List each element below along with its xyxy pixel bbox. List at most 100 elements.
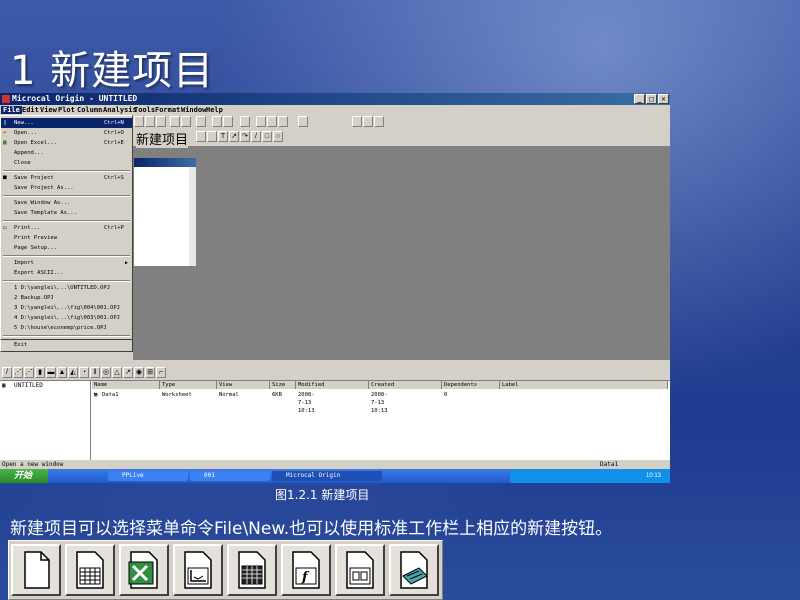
menu-item-open[interactable]: ▰ Open... Ctrl+O xyxy=(1,128,132,138)
toolbar-button[interactable] xyxy=(134,116,144,127)
column-header-label[interactable]: Label xyxy=(500,381,668,389)
new-layout-button[interactable] xyxy=(335,544,385,596)
toolbar-button[interactable] xyxy=(145,116,155,127)
box-chart-icon[interactable]: ⊞ xyxy=(145,367,155,378)
menu-item-save-project-as[interactable]: Save Project As... xyxy=(1,183,132,193)
menu-item-open-excel[interactable]: ▦ Open Excel... Ctrl+E xyxy=(1,138,132,148)
column-header-type[interactable]: Type xyxy=(160,381,217,389)
toolbar-button[interactable] xyxy=(156,116,166,127)
worksheet-scrollbar[interactable] xyxy=(189,167,196,266)
pie-chart-icon[interactable]: ◔ xyxy=(79,367,89,378)
toolbar-button[interactable] xyxy=(278,116,288,127)
recent-file-1[interactable]: 1 D:\yanglei\...\UNTITLED.OPJ xyxy=(1,283,132,293)
menu-column[interactable]: Column xyxy=(77,106,102,114)
menu-item-save-window-as[interactable]: Save Window As... xyxy=(1,198,132,208)
smith-chart-icon[interactable]: ◉ xyxy=(134,367,144,378)
line-symbol-plot-icon[interactable]: ⋰ xyxy=(24,367,34,378)
toolbar-button[interactable] xyxy=(170,116,180,127)
toolbar-button[interactable] xyxy=(298,116,308,127)
clock: 10:13 xyxy=(646,473,662,479)
recent-file-4[interactable]: 4 D:\yanglei\...\fig\003\001.OPJ xyxy=(1,313,132,323)
high-low-plot-icon[interactable]: ‖ xyxy=(90,367,100,378)
toolbar-button[interactable] xyxy=(352,116,362,127)
toolbar-button[interactable] xyxy=(196,116,206,127)
menu-item-save-project[interactable]: ■ Save Project Ctrl+S xyxy=(1,173,132,183)
menu-analysis[interactable]: Analysis xyxy=(103,106,137,114)
menu-file[interactable]: File xyxy=(1,106,22,114)
new-notes-button[interactable] xyxy=(389,544,439,596)
toolbar-button[interactable] xyxy=(363,116,373,127)
polar-plot-icon[interactable]: ◎ xyxy=(101,367,111,378)
menu-item-print[interactable]: ▭ Print... Ctrl+P xyxy=(1,223,132,233)
open-folder-icon: ▰ xyxy=(3,129,7,136)
taskbar-item-pplive[interactable]: PPLive xyxy=(108,471,188,481)
column-plot-icon[interactable]: ▮ xyxy=(35,367,45,378)
column-header-modified[interactable]: Modified xyxy=(296,381,369,389)
new-excel-button[interactable] xyxy=(119,544,169,596)
new-function-button[interactable]: f xyxy=(281,544,331,596)
menu-tools[interactable]: Tools xyxy=(134,106,155,114)
maximize-button[interactable]: □ xyxy=(646,94,657,104)
workspace-area[interactable] xyxy=(133,146,670,360)
minimize-button[interactable]: _ xyxy=(634,94,645,104)
toolbar-button[interactable] xyxy=(181,116,191,127)
column-header-view[interactable]: View xyxy=(217,381,270,389)
rectangle-tool-icon[interactable]: □ xyxy=(262,131,272,142)
column-header-name[interactable]: Name xyxy=(92,381,160,389)
scatter-plot-icon[interactable]: ⋰ xyxy=(13,367,23,378)
menu-item-append[interactable]: Append... xyxy=(1,148,132,158)
menu-item-close[interactable]: Close xyxy=(1,158,132,168)
menu-window[interactable]: Window xyxy=(181,106,206,114)
menu-item-exit[interactable]: Exit xyxy=(1,340,132,350)
menu-item-import[interactable]: Import ▶ xyxy=(1,258,132,268)
menu-format[interactable]: Format xyxy=(155,106,180,114)
line-tool-icon[interactable]: / xyxy=(251,131,261,142)
new-graph-button[interactable] xyxy=(173,544,223,596)
bar-plot-icon[interactable]: ▬ xyxy=(46,367,56,378)
toolbar-button[interactable] xyxy=(256,116,266,127)
toolbar-button[interactable] xyxy=(374,116,384,127)
fill-area-plot-icon[interactable]: ◭ xyxy=(68,367,78,378)
menu-item-new[interactable]: ▯ New... Ctrl+N xyxy=(1,118,132,128)
recent-file-2[interactable]: 2 Backup.OPJ xyxy=(1,293,132,303)
close-button[interactable]: ✕ xyxy=(658,94,669,104)
window-titlebar[interactable]: Microcal Origin - UNTITLED _ □ ✕ xyxy=(0,93,670,105)
taskbar-item-folder[interactable]: 001 xyxy=(190,471,270,481)
area-plot-icon[interactable]: ▲ xyxy=(57,367,67,378)
new-worksheet-button[interactable] xyxy=(65,544,115,596)
menu-item-save-template-as[interactable]: Save Template As... xyxy=(1,208,132,218)
taskbar-item-origin[interactable]: Microcal Origin xyxy=(272,471,382,481)
menu-item-export-ascii[interactable]: Export ASCII... xyxy=(1,268,132,278)
menu-help[interactable]: Help xyxy=(206,106,223,114)
column-header-created[interactable]: Created xyxy=(369,381,442,389)
new-project-button[interactable] xyxy=(11,544,61,596)
line-plot-icon[interactable]: / xyxy=(2,367,12,378)
new-matrix-button[interactable] xyxy=(227,544,277,596)
arrow-tool-icon[interactable]: ↗ xyxy=(229,131,239,142)
ternary-plot-icon[interactable]: △ xyxy=(112,367,122,378)
column-header-size[interactable]: Size xyxy=(270,381,296,389)
template-icon[interactable]: ⌐ xyxy=(156,367,166,378)
toolbar-button[interactable] xyxy=(240,116,250,127)
menu-view[interactable]: View xyxy=(40,106,57,114)
menu-item-print-preview[interactable]: Print Preview xyxy=(1,233,132,243)
text-tool-icon[interactable]: T xyxy=(218,131,228,142)
circle-tool-icon[interactable]: ○ xyxy=(273,131,283,142)
column-header-dependents[interactable]: Dependents xyxy=(442,381,500,389)
start-button[interactable]: 开始 xyxy=(0,469,48,483)
curve-tool-icon[interactable]: ↷ xyxy=(240,131,250,142)
vector-plot-icon[interactable]: ↗ xyxy=(123,367,133,378)
toolbar-button[interactable] xyxy=(212,116,222,127)
worksheet-window[interactable] xyxy=(133,157,197,267)
toolbar-button[interactable] xyxy=(267,116,277,127)
menu-plot[interactable]: Plot xyxy=(58,106,75,114)
worksheet-titlebar[interactable] xyxy=(134,158,196,167)
recent-file-5[interactable]: 5 D:\house\econemp\price.OPJ xyxy=(1,323,132,333)
toolbar-button[interactable] xyxy=(223,116,233,127)
menu-item-page-setup[interactable]: Page Setup... xyxy=(1,243,132,253)
menu-edit[interactable]: Edit xyxy=(22,106,39,114)
toolbar-button[interactable] xyxy=(196,131,206,142)
recent-file-3[interactable]: 3 D:\yanglei\...\fig\004\001.OPJ xyxy=(1,303,132,313)
toolbar-button[interactable] xyxy=(207,131,217,142)
tree-root-folder[interactable]: UNTITLED xyxy=(14,382,43,389)
